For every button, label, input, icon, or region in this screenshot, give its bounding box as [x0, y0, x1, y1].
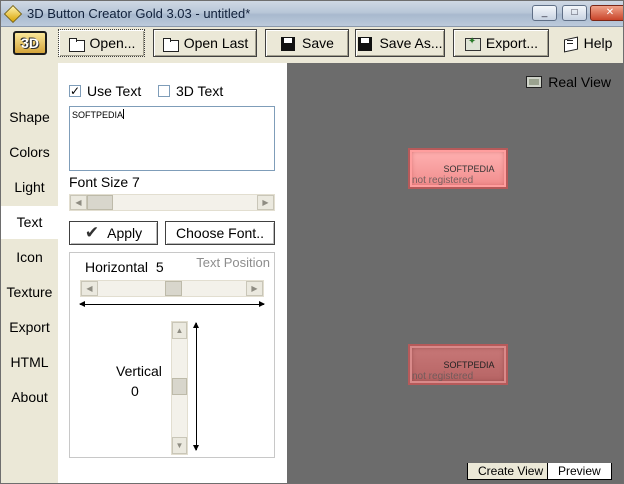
font-size-slider[interactable]: ◀ ▶: [69, 194, 275, 211]
close-button[interactable]: ✕: [590, 5, 623, 21]
preview-button-pressed[interactable]: SOFTPEDIA not registered: [408, 344, 508, 385]
minimize-button[interactable]: _: [532, 5, 557, 21]
font-size-label-text: Font Size: [69, 174, 129, 190]
window-title: 3D Button Creator Gold 3.03 - untitled*: [27, 6, 251, 21]
text-position-box: Text Position Horizontal 5 ◀ ▶ Vertical …: [69, 252, 275, 458]
open-last-button[interactable]: Open Last: [153, 29, 257, 57]
checkmark-icon: ✔: [84, 223, 100, 242]
save-as-button-label: Save As...: [379, 35, 443, 51]
title-bar[interactable]: 3D Button Creator Gold 3.03 - untitled* …: [1, 1, 623, 27]
choose-font-button[interactable]: Choose Font..: [165, 221, 275, 245]
text-caret: [123, 109, 125, 119]
horizontal-label-text: Horizontal: [85, 259, 149, 275]
scroll-left-icon[interactable]: ◀: [70, 195, 87, 210]
button-text-input[interactable]: SOFTPEDIA: [69, 106, 275, 171]
scroll-left-icon[interactable]: ◀: [81, 281, 98, 296]
export-button-label: Export...: [485, 35, 539, 51]
3d-logo: 3D: [13, 31, 47, 55]
text-position-title: Text Position: [196, 255, 270, 270]
nav-item-html[interactable]: HTML: [1, 346, 58, 379]
app-icon: [3, 4, 23, 24]
scroll-right-icon[interactable]: ▶: [257, 195, 274, 210]
save-button[interactable]: Save: [265, 29, 349, 57]
real-view-toggle[interactable]: Real View: [526, 74, 611, 90]
left-nav: Shape Colors Light Text Icon Texture Exp…: [1, 63, 58, 483]
preview-button-normal[interactable]: SOFTPEDIA not registered: [408, 148, 508, 189]
nav-item-export[interactable]: Export: [1, 311, 58, 344]
font-size-label: Font Size 7: [69, 174, 140, 190]
scroll-up-icon[interactable]: ▲: [172, 322, 187, 339]
nav-item-light[interactable]: Light: [1, 171, 58, 204]
help-button[interactable]: Help: [557, 29, 617, 57]
preview-canvas[interactable]: Real View SOFTPEDIA not registered SOFTP…: [287, 63, 623, 463]
apply-button[interactable]: ✔ Apply: [69, 221, 158, 245]
monitor-icon: [526, 76, 543, 88]
save-button-label: Save: [302, 35, 334, 51]
unregistered-watermark: not registered: [412, 371, 474, 382]
horizontal-slider[interactable]: ◀ ▶: [80, 280, 264, 297]
nav-item-text[interactable]: Text: [1, 206, 58, 239]
real-view-label: Real View: [548, 74, 611, 90]
scroll-right-icon[interactable]: ▶: [246, 281, 263, 296]
checkbox-unchecked-icon: [158, 85, 170, 97]
font-size-value: 7: [132, 174, 140, 190]
open-button-label: Open...: [89, 35, 136, 51]
nav-item-colors[interactable]: Colors: [1, 136, 58, 169]
scroll-down-icon[interactable]: ▼: [172, 437, 187, 454]
floppy-disk-icon: [357, 36, 373, 51]
checkbox-checked-icon: [69, 85, 81, 97]
tab-create-view[interactable]: Create View: [467, 463, 555, 480]
folder-open-icon: [68, 36, 85, 52]
horizontal-label: Horizontal 5: [85, 259, 164, 275]
apply-button-label: Apply: [107, 225, 143, 241]
vertical-value: 0: [131, 383, 139, 399]
horizontal-value: 5: [155, 259, 164, 275]
export-image-icon: [464, 36, 481, 51]
open-last-button-label: Open Last: [183, 35, 249, 51]
unregistered-watermark: not registered: [412, 175, 474, 186]
vertical-slider[interactable]: ▲ ▼: [171, 321, 188, 455]
preview-button-text: SOFTPEDIA: [443, 163, 495, 174]
maximize-button[interactable]: □: [562, 5, 587, 21]
vertical-slider-thumb[interactable]: [172, 378, 187, 395]
tab-preview[interactable]: Preview: [547, 463, 612, 480]
toolbar: 3D Open... Open Last Save Save As... Exp…: [1, 27, 623, 63]
preview-button-text: SOFTPEDIA: [443, 359, 495, 370]
button-text-value: SOFTPEDIA: [72, 110, 124, 120]
horizontal-range-arrow: [79, 301, 265, 307]
app-window: 3D Button Creator Gold 3.03 - untitled* …: [0, 0, 624, 484]
nav-item-shape[interactable]: Shape: [1, 101, 58, 134]
3d-text-checkbox[interactable]: 3D Text: [158, 83, 223, 99]
choose-font-button-label: Choose Font..: [176, 225, 264, 241]
3d-text-label: 3D Text: [176, 83, 224, 99]
floppy-disk-icon: [280, 36, 296, 51]
folder-open-icon: [162, 36, 179, 52]
help-book-icon: [562, 36, 578, 51]
help-button-label: Help: [583, 35, 613, 51]
export-button[interactable]: Export...: [453, 29, 549, 57]
nav-item-about[interactable]: About: [1, 381, 58, 414]
text-settings-panel: Use Text 3D Text SOFTPEDIA Font Size 7 ◀…: [58, 63, 287, 483]
nav-item-texture[interactable]: Texture: [1, 276, 58, 309]
vertical-label: Vertical: [116, 363, 162, 379]
nav-item-icon[interactable]: Icon: [1, 241, 58, 274]
open-button[interactable]: Open...: [58, 29, 145, 57]
use-text-label: Use Text: [87, 83, 142, 99]
save-as-button[interactable]: Save As...: [355, 29, 445, 57]
use-text-checkbox[interactable]: Use Text: [69, 83, 141, 99]
font-size-slider-thumb[interactable]: [87, 195, 113, 210]
view-tabs: Create View Preview: [287, 463, 623, 483]
horizontal-slider-thumb[interactable]: [165, 281, 182, 296]
vertical-range-arrow: [193, 322, 199, 451]
